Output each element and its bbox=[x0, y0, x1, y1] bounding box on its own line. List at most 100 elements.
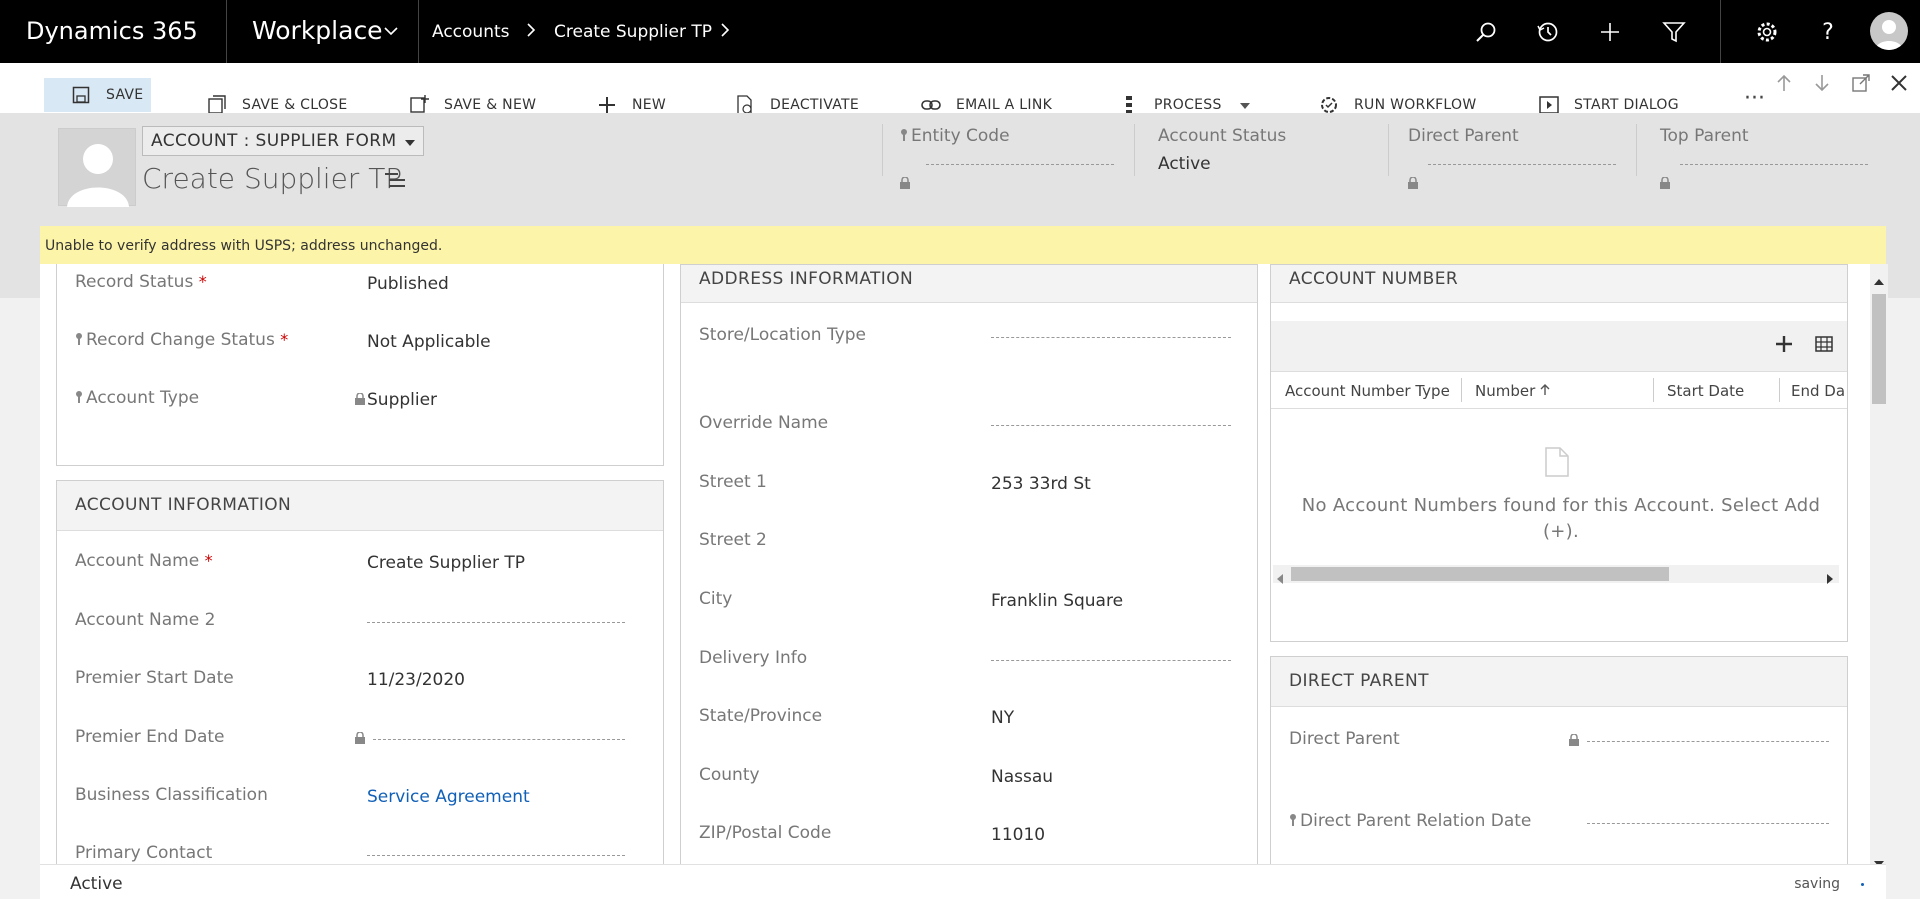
premier-start-date-value[interactable]: 11/23/2020 bbox=[367, 670, 465, 690]
zip-postal-code-row[interactable]: ZIP/Postal Code 11010 bbox=[681, 823, 1257, 863]
arrow-down-icon[interactable] bbox=[1814, 74, 1830, 97]
vertical-scrollbar[interactable] bbox=[1870, 264, 1888, 867]
more-commands-icon[interactable]: ··· bbox=[1744, 86, 1765, 111]
top-parent-value bbox=[1680, 164, 1868, 165]
header-field-entity-code[interactable]: Entity Code bbox=[900, 126, 1114, 189]
plus-icon[interactable] bbox=[1596, 18, 1624, 46]
state-province-value[interactable]: NY bbox=[991, 708, 1014, 728]
lock-icon bbox=[355, 729, 365, 744]
email-link-label: EMAIL A LINK bbox=[956, 97, 1053, 113]
city-row[interactable]: City Franklin Square bbox=[681, 589, 1257, 629]
add-record-icon[interactable] bbox=[1775, 335, 1793, 357]
scroll-right-icon[interactable] bbox=[1827, 569, 1833, 588]
form-menu-icon[interactable] bbox=[384, 170, 406, 190]
saving-spinner-icon bbox=[1861, 883, 1864, 886]
account-name-value[interactable]: Create Supplier TP bbox=[367, 553, 525, 573]
column-divider[interactable] bbox=[1653, 378, 1654, 402]
primary-contact-row[interactable]: Primary Contact bbox=[57, 843, 663, 864]
help-icon[interactable]: ? bbox=[1814, 18, 1842, 46]
header-divider bbox=[1134, 124, 1135, 176]
required-marker: * bbox=[198, 272, 207, 291]
scrollbar-thumb[interactable] bbox=[1872, 294, 1886, 404]
header-field-account-status[interactable]: Account Status Active bbox=[1158, 126, 1358, 174]
business-classification-link[interactable]: Service Agreement bbox=[367, 787, 530, 807]
premier-start-date-row[interactable]: Premier Start Date 11/23/2020 bbox=[57, 668, 663, 708]
scroll-up-icon[interactable] bbox=[1874, 270, 1884, 289]
breadcrumb-accounts[interactable]: Accounts bbox=[432, 22, 510, 42]
brand-title[interactable]: Dynamics 365 bbox=[26, 17, 198, 45]
header-field-top-parent[interactable]: Top Parent bbox=[1660, 126, 1868, 189]
chevron-right-icon[interactable] bbox=[720, 22, 730, 43]
business-classification-row[interactable]: Business Classification Service Agreemen… bbox=[57, 785, 663, 825]
account-type-row[interactable]: Account Type Supplier bbox=[57, 388, 663, 428]
store-location-type-row[interactable]: Store/Location Type bbox=[681, 325, 1257, 365]
account-type-value: Supplier bbox=[367, 390, 438, 410]
recent-history-icon[interactable] bbox=[1534, 18, 1562, 46]
account-name-row[interactable]: Account Name * Create Supplier TP bbox=[57, 551, 663, 591]
delivery-info-row[interactable]: Delivery Info bbox=[681, 648, 1257, 688]
county-row[interactable]: County Nassau bbox=[681, 765, 1257, 805]
record-status-value[interactable]: Published bbox=[367, 274, 449, 294]
zip-postal-code-value[interactable]: 11010 bbox=[991, 825, 1045, 845]
scroll-left-icon[interactable] bbox=[1277, 569, 1283, 588]
column-header-account-number-type[interactable]: Account Number Type bbox=[1285, 382, 1450, 400]
direct-parent-row[interactable]: Direct Parent bbox=[1271, 729, 1847, 769]
grid-view-icon[interactable] bbox=[1815, 336, 1833, 356]
header-field-direct-parent[interactable]: Direct Parent bbox=[1408, 126, 1616, 189]
column-header-end-date[interactable]: End Da bbox=[1791, 382, 1845, 400]
account-name-2-value[interactable] bbox=[367, 622, 625, 623]
save-new-label: SAVE & NEW bbox=[444, 97, 537, 113]
premier-start-date-label: Premier Start Date bbox=[75, 668, 234, 688]
gear-icon[interactable] bbox=[1753, 18, 1781, 46]
street-1-value[interactable]: 253 33rd St bbox=[991, 474, 1091, 494]
record-change-status-value[interactable]: Not Applicable bbox=[367, 332, 491, 352]
column-divider[interactable] bbox=[1779, 378, 1780, 402]
street-1-row[interactable]: Street 1 253 33rd St bbox=[681, 472, 1257, 512]
breadcrumb-record[interactable]: Create Supplier TP bbox=[554, 22, 712, 42]
store-location-type-value[interactable] bbox=[991, 337, 1231, 338]
override-name-row[interactable]: Override Name bbox=[681, 413, 1257, 453]
street-1-label: Street 1 bbox=[699, 472, 767, 492]
delivery-info-value[interactable] bbox=[991, 660, 1231, 661]
record-status-row[interactable]: Record Status * Published bbox=[57, 272, 663, 312]
column-header-start-date[interactable]: Start Date bbox=[1667, 382, 1744, 400]
app-switcher[interactable]: Workplace bbox=[252, 16, 383, 45]
account-type-label: Account Type bbox=[86, 388, 200, 408]
primary-contact-value[interactable] bbox=[367, 855, 625, 856]
section-title: DIRECT PARENT bbox=[1271, 657, 1847, 707]
deactivate-label: DEACTIVATE bbox=[770, 97, 859, 113]
form-selector[interactable]: ACCOUNT : SUPPLIER FORM bbox=[142, 126, 424, 156]
direct-parent-relation-date-value[interactable] bbox=[1587, 823, 1829, 824]
caret-down-icon bbox=[1239, 97, 1250, 113]
premier-end-date-row[interactable]: Premier End Date bbox=[57, 727, 663, 767]
account-name-2-row[interactable]: Account Name 2 bbox=[57, 610, 663, 650]
county-value[interactable]: Nassau bbox=[991, 767, 1053, 787]
direct-parent-relation-date-row[interactable]: Direct Parent Relation Date bbox=[1271, 811, 1847, 851]
popout-icon[interactable] bbox=[1852, 74, 1870, 97]
search-icon[interactable] bbox=[1472, 18, 1500, 46]
user-avatar-icon[interactable] bbox=[1870, 12, 1908, 50]
chevron-down-icon[interactable] bbox=[384, 24, 398, 40]
premier-end-date-value bbox=[373, 739, 625, 740]
account-status-label: Account Status bbox=[1158, 126, 1287, 146]
record-change-status-row[interactable]: Record Change Status * Not Applicable bbox=[57, 330, 663, 370]
account-status-value: Active bbox=[1158, 154, 1211, 174]
key-icon bbox=[75, 388, 83, 403]
column-header-number[interactable]: Number bbox=[1475, 382, 1550, 400]
override-name-value[interactable] bbox=[991, 425, 1231, 426]
section-title: ADDRESS INFORMATION bbox=[681, 265, 1257, 303]
horizontal-scrollbar[interactable] bbox=[1273, 565, 1839, 584]
scrollbar-thumb[interactable] bbox=[1291, 567, 1669, 581]
section-title: ACCOUNT NUMBER bbox=[1271, 265, 1847, 303]
save-button[interactable]: SAVE bbox=[44, 78, 152, 112]
save-label: SAVE bbox=[106, 87, 144, 103]
filter-icon[interactable] bbox=[1660, 18, 1688, 46]
entity-image-icon[interactable] bbox=[58, 128, 136, 207]
close-icon[interactable] bbox=[1890, 74, 1908, 97]
direct-parent-section: DIRECT PARENT Direct Parent Direct Paren… bbox=[1270, 656, 1848, 864]
column-divider[interactable] bbox=[1461, 378, 1462, 402]
state-province-row[interactable]: State/Province NY bbox=[681, 706, 1257, 746]
street-2-row[interactable]: Street 2 bbox=[681, 530, 1257, 570]
city-value[interactable]: Franklin Square bbox=[991, 591, 1123, 611]
arrow-up-icon[interactable] bbox=[1776, 74, 1792, 97]
